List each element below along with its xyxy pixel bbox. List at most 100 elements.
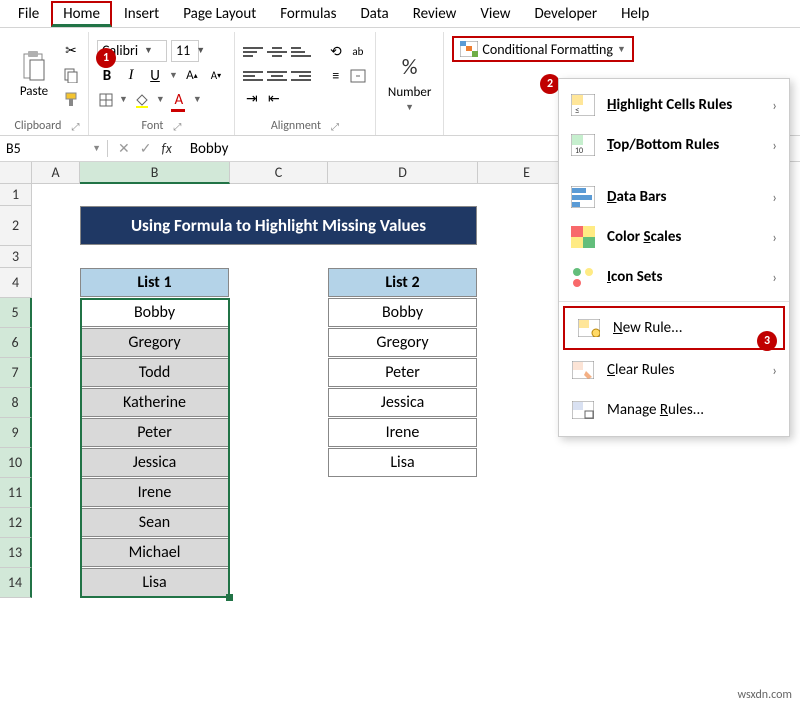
menu-data[interactable]: Data: [348, 1, 400, 27]
list2-cell[interactable]: Irene: [328, 418, 477, 447]
menu-home[interactable]: Home: [51, 1, 112, 27]
cut-icon[interactable]: ✂: [62, 42, 80, 60]
list1-cell[interactable]: Peter: [80, 418, 229, 447]
row-header-14[interactable]: 14: [0, 568, 32, 598]
font-dialog-icon[interactable]: ⤢: [173, 120, 181, 133]
dd-clear-rules[interactable]: Clear Rules ›: [559, 350, 789, 390]
menu-page-layout[interactable]: Page Layout: [171, 1, 268, 27]
callout-badge-2: 2: [540, 74, 560, 94]
align-center-icon[interactable]: [267, 66, 287, 86]
menu-view[interactable]: View: [468, 1, 522, 27]
chevron-down-icon[interactable]: ▼: [119, 94, 128, 105]
underline-button[interactable]: U: [145, 66, 165, 86]
dd-manage-rules[interactable]: Manage Rules...: [559, 390, 789, 430]
conditional-formatting-button[interactable]: Conditional Formatting ▼: [452, 36, 634, 62]
merge-icon[interactable]: [349, 67, 367, 85]
cancel-icon[interactable]: ✕: [118, 140, 130, 157]
chevron-down-icon[interactable]: ▼: [193, 94, 202, 105]
name-box[interactable]: B5▼: [0, 140, 108, 157]
menu-help[interactable]: Help: [609, 1, 661, 27]
clipboard-dialog-icon[interactable]: ⤢: [71, 120, 79, 133]
col-header-D[interactable]: D: [328, 162, 478, 184]
menu-formulas[interactable]: Formulas: [268, 1, 348, 27]
row-header-4[interactable]: 4: [0, 268, 32, 298]
list1-cell[interactable]: Jessica: [80, 448, 229, 477]
align-bottom-icon[interactable]: [291, 42, 311, 62]
list1-cell[interactable]: Gregory: [80, 328, 229, 357]
row-header-10[interactable]: 10: [0, 448, 32, 478]
row-header-7[interactable]: 7: [0, 358, 32, 388]
font-group-label: Font: [142, 119, 164, 133]
dd-label: Data Bars: [607, 188, 760, 206]
copy-icon[interactable]: [62, 66, 80, 84]
col-header-C[interactable]: C: [230, 162, 328, 184]
list2-cell[interactable]: Lisa: [328, 448, 477, 477]
list1-cell[interactable]: Todd: [80, 358, 229, 387]
list1-cell[interactable]: Michael: [80, 538, 229, 567]
selection-handle[interactable]: [226, 594, 233, 601]
row-header-2[interactable]: 2: [0, 206, 32, 246]
row-header-8[interactable]: 8: [0, 388, 32, 418]
format-painter-icon[interactable]: [62, 90, 80, 108]
align-left-icon[interactable]: [243, 66, 263, 86]
col-header-B[interactable]: B: [80, 162, 230, 184]
list1-cell[interactable]: Lisa: [80, 568, 229, 597]
align-top-icon[interactable]: [243, 42, 263, 62]
dd-data-bars[interactable]: Data Bars ›: [559, 177, 789, 217]
list2-cell[interactable]: Peter: [328, 358, 477, 387]
select-all-corner[interactable]: [0, 162, 32, 184]
menu-developer[interactable]: Developer: [522, 1, 609, 27]
orientation-icon[interactable]: ⟲: [327, 43, 345, 61]
align-right-icon[interactable]: [291, 66, 311, 86]
number-format-button[interactable]: % Number ▼: [384, 47, 435, 117]
row-header-3[interactable]: 3: [0, 246, 32, 268]
borders-icon[interactable]: [97, 91, 115, 109]
list1-cell[interactable]: Katherine: [80, 388, 229, 417]
paste-button[interactable]: Paste: [14, 46, 54, 103]
chevron-down-icon: ▼: [617, 44, 626, 55]
dd-icon-sets[interactable]: Icon Sets ›: [559, 257, 789, 297]
dd-label: Icon Sets: [607, 268, 760, 286]
dd-highlight-cells-rules[interactable]: ≤ Highlight Cells Rules ›: [559, 85, 789, 125]
indent-icon[interactable]: ⇤: [265, 90, 283, 108]
bold-button[interactable]: B: [97, 66, 117, 86]
row-header-11[interactable]: 11: [0, 478, 32, 508]
align-middle-icon[interactable]: [267, 42, 287, 62]
dd-label: New Rule...: [613, 319, 771, 337]
menu-insert[interactable]: Insert: [112, 1, 171, 27]
list1-cell[interactable]: Irene: [80, 478, 229, 507]
row-header-5[interactable]: 5: [0, 298, 32, 328]
dd-color-scales[interactable]: Color Scales ›: [559, 217, 789, 257]
row-header-1[interactable]: 1: [0, 184, 32, 206]
italic-button[interactable]: I: [121, 66, 141, 86]
decrease-font-icon[interactable]: A▾: [206, 66, 226, 86]
menu-file[interactable]: File: [6, 1, 51, 27]
fx-icon[interactable]: fx: [161, 140, 171, 157]
wrap-text-icon[interactable]: ab: [349, 43, 367, 61]
increase-font-icon[interactable]: A▴: [182, 66, 202, 86]
chevron-down-icon[interactable]: ▼: [156, 94, 165, 105]
paste-label: Paste: [20, 84, 48, 99]
decrease-indent-icon[interactable]: ≡: [327, 67, 345, 85]
fill-color-icon[interactable]: [132, 90, 152, 110]
col-header-A[interactable]: A: [32, 162, 80, 184]
dd-new-rule[interactable]: New Rule...: [563, 306, 785, 350]
list2-cell[interactable]: Jessica: [328, 388, 477, 417]
list2-cell[interactable]: Gregory: [328, 328, 477, 357]
list1-cell[interactable]: Sean: [80, 508, 229, 537]
increase-indent-icon[interactable]: ⇥: [243, 90, 261, 108]
cells-area[interactable]: Using Formula to Highlight Missing Value…: [32, 184, 576, 598]
alignment-dialog-icon[interactable]: ⤢: [331, 120, 339, 133]
font-size-combo[interactable]: 11▼: [171, 40, 199, 62]
dd-top-bottom-rules[interactable]: 10 Top/Bottom Rules ›: [559, 125, 789, 165]
row-header-13[interactable]: 13: [0, 538, 32, 568]
row-header-9[interactable]: 9: [0, 418, 32, 448]
menu-review[interactable]: Review: [401, 1, 469, 27]
enter-icon[interactable]: ✓: [140, 140, 152, 157]
row-header-6[interactable]: 6: [0, 328, 32, 358]
list1-cell[interactable]: Bobby: [80, 298, 229, 327]
chevron-down-icon[interactable]: ▼: [169, 70, 178, 81]
row-header-12[interactable]: 12: [0, 508, 32, 538]
font-color-icon[interactable]: A: [169, 90, 189, 110]
list2-cell[interactable]: Bobby: [328, 298, 477, 327]
